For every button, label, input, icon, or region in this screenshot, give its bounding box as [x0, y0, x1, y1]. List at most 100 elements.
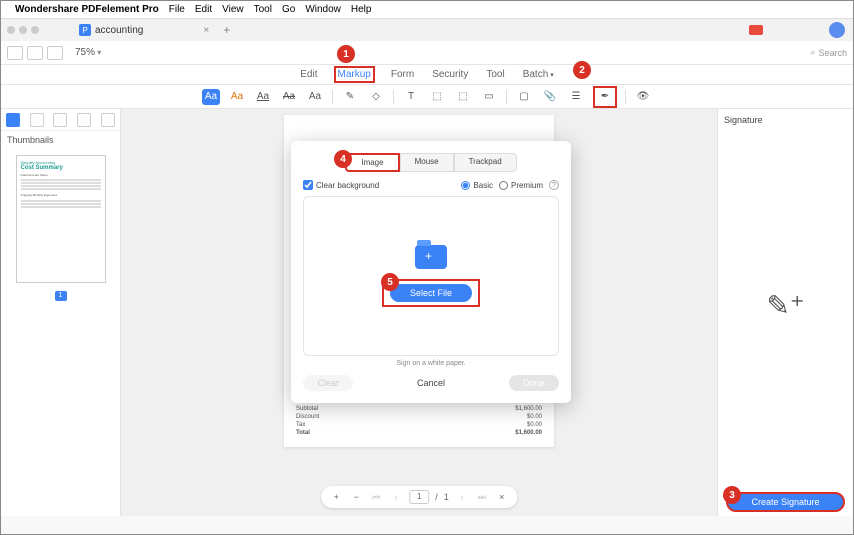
user-avatar[interactable] [829, 22, 845, 38]
attachments-tab-icon[interactable] [77, 113, 91, 127]
tab-batch[interactable]: Batch [521, 66, 556, 83]
tab-title: accounting [95, 25, 143, 36]
text-style-1-icon[interactable]: Aa [228, 89, 246, 105]
stamp-icon[interactable]: ☰ [567, 89, 585, 105]
app-indicator-icon[interactable] [749, 25, 763, 35]
layout-list-button[interactable] [47, 46, 63, 60]
clear-background-checkbox[interactable]: Clear background [303, 180, 379, 190]
signature-panel: Signature ✎⁺ Create Signature [717, 109, 853, 516]
seg-mouse[interactable]: Mouse [400, 153, 454, 172]
zoom-in-button[interactable]: + [329, 492, 343, 502]
zoom-out-button[interactable]: − [349, 492, 363, 502]
next-page-button[interactable]: › [455, 492, 469, 502]
thumbnail-page-number: 1 [55, 291, 67, 301]
callout-icon[interactable]: ⬚ [428, 89, 446, 105]
tab-form[interactable]: Form [389, 66, 416, 83]
squiggle-icon[interactable]: Aa [306, 89, 324, 105]
summary-table: Subtotal$1,600.00 Discount$0.00 Tax$0.00… [294, 405, 544, 437]
left-sidebar: Thumbnails Simplify Accounting Cost Summ… [1, 109, 121, 516]
page-sep: / [435, 492, 438, 502]
fields-tab-icon[interactable] [101, 113, 115, 127]
zoom-dropdown[interactable]: 75% [75, 47, 101, 58]
new-tab-button[interactable]: + [223, 23, 230, 37]
panel-toggle-button[interactable] [7, 46, 23, 60]
search-field[interactable]: ⌕ Search [810, 47, 847, 58]
search-icon: ⌕ [810, 47, 815, 58]
prev-page-button[interactable]: ‹ [389, 492, 403, 502]
signature-tool-icon[interactable]: ✒ [596, 89, 614, 105]
annotations-tab-icon[interactable] [53, 113, 67, 127]
note-icon[interactable]: ⬚ [454, 89, 472, 105]
signature-panel-title: Signature [724, 115, 847, 125]
mac-menubar: Wondershare PDFelement Pro File Edit Vie… [1, 1, 853, 19]
highlight-tool-icon[interactable]: Aa [202, 89, 220, 105]
modal-options: Clear background Basic Premium ? [303, 180, 559, 190]
thumbnails-tab-icon[interactable] [6, 113, 20, 127]
signature-placeholder-icon: ✎⁺ [766, 289, 804, 322]
table-row: Subtotal$1,600.00 [294, 405, 544, 413]
separator [506, 90, 507, 104]
menu-edit[interactable]: Edit [195, 4, 212, 15]
page-navigator: + − ⏮ ‹ 1 / 1 › ⏭ × [321, 486, 517, 508]
menu-go[interactable]: Go [282, 4, 295, 15]
bookmarks-tab-icon[interactable] [30, 113, 44, 127]
attachment-icon[interactable]: 📎 [541, 89, 559, 105]
app-name[interactable]: Wondershare PDFelement Pro [15, 4, 159, 15]
menu-tool[interactable]: Tool [254, 4, 272, 15]
first-page-button[interactable]: ⏮ [369, 492, 383, 503]
sign-hint: Sign on a white paper. [303, 360, 559, 367]
clear-button[interactable]: Clear [303, 375, 353, 391]
area-highlight-icon[interactable]: ▭ [480, 89, 498, 105]
view-toolbar: 75% ⌕ Search [1, 41, 853, 65]
underline-icon[interactable]: Aa [254, 89, 272, 105]
callout-1: 1 [337, 45, 355, 63]
pdf-icon: P [79, 24, 91, 36]
callout-5: 5 [381, 273, 399, 291]
create-signature-button[interactable]: Create Signature [726, 492, 845, 512]
max-dot[interactable] [31, 26, 39, 34]
menu-window[interactable]: Window [305, 4, 341, 15]
help-icon[interactable]: ? [549, 180, 559, 190]
table-row: Tax$0.00 [294, 421, 544, 429]
cancel-button[interactable]: Cancel [403, 375, 459, 391]
menu-help[interactable]: Help [351, 4, 372, 15]
search-placeholder: Search [818, 48, 847, 58]
document-tab[interactable]: P accounting × [79, 24, 209, 36]
callout-4: 4 [334, 150, 352, 168]
file-drop-zone[interactable]: + Select File [303, 196, 559, 356]
page-current-field[interactable]: 1 [409, 490, 429, 504]
pencil-icon[interactable]: ✎ [341, 89, 359, 105]
menu-file[interactable]: File [169, 4, 185, 15]
layout-grid-button[interactable] [27, 46, 43, 60]
close-dot[interactable] [7, 26, 15, 34]
close-pager-button[interactable]: × [495, 492, 509, 502]
tab-close-icon[interactable]: × [203, 25, 209, 36]
shape-rect-icon[interactable]: ▢ [515, 89, 533, 105]
eraser-icon[interactable]: ◇ [367, 89, 385, 105]
select-file-button[interactable]: Select File [390, 284, 472, 302]
min-dot[interactable] [19, 26, 27, 34]
last-page-button[interactable]: ⏭ [475, 492, 489, 503]
seg-image[interactable]: Image [345, 153, 399, 172]
tab-security[interactable]: Security [430, 66, 470, 83]
signature-tool-highlight: ✒ [593, 86, 617, 108]
basic-radio[interactable]: Basic [461, 181, 493, 190]
done-button[interactable]: Done [509, 375, 559, 391]
modal-buttons: Clear Cancel Done [303, 375, 559, 391]
show-hide-icon[interactable]: 👁 [634, 89, 652, 105]
menu-view[interactable]: View [222, 4, 244, 15]
table-row: Discount$0.00 [294, 413, 544, 421]
tab-edit[interactable]: Edit [298, 66, 319, 83]
tab-tool[interactable]: Tool [484, 66, 506, 83]
tab-markup[interactable]: Markup [334, 66, 375, 83]
text-box-icon[interactable]: T [402, 89, 420, 105]
callout-3: 3 [723, 486, 741, 504]
page-thumbnail[interactable]: Simplify Accounting Cost Summary Initial… [16, 155, 106, 283]
page-total: 1 [444, 492, 449, 502]
seg-trackpad[interactable]: Trackpad [454, 153, 517, 172]
clear-bg-input[interactable] [303, 180, 313, 190]
window-controls[interactable] [7, 26, 39, 34]
sidebar-title: Thumbnails [1, 131, 120, 149]
strikethrough-icon[interactable]: Aa [280, 89, 298, 105]
premium-radio[interactable]: Premium [499, 181, 543, 190]
